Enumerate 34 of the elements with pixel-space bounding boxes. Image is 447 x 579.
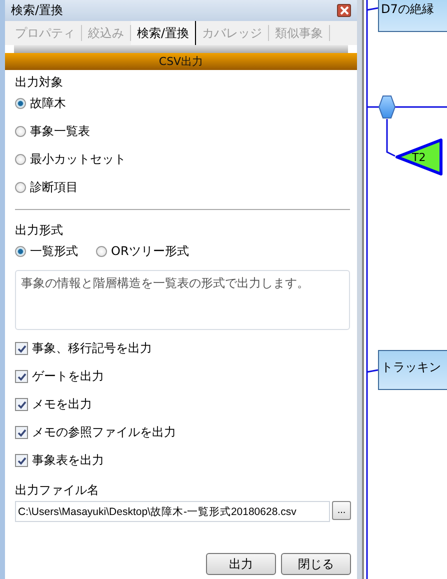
description-box: 事象の情報と階層構造を一覧表の形式で出力します。 bbox=[15, 270, 350, 330]
checkbox-option[interactable]: メモの参照ファイルを出力 bbox=[15, 424, 176, 441]
close-button[interactable] bbox=[337, 4, 351, 17]
checkbox-option[interactable]: メモを出力 bbox=[15, 396, 92, 413]
radio-option[interactable]: 最小カットセット bbox=[15, 151, 126, 168]
section-header: CSV出力 bbox=[5, 53, 357, 70]
group-label: 出力形式 bbox=[15, 222, 64, 239]
checkmark-icon bbox=[16, 344, 26, 354]
hexagon-gate-icon[interactable] bbox=[378, 95, 396, 119]
field-label: 出力ファイル名 bbox=[15, 482, 100, 499]
checkbox-option[interactable]: 事象表を出力 bbox=[15, 452, 104, 469]
transfer-triangle[interactable]: T2 bbox=[395, 138, 443, 176]
checkbox-option[interactable]: 事象、移行記号を出力 bbox=[15, 340, 152, 357]
close-dialog-button[interactable]: 閉じる bbox=[281, 553, 351, 575]
checkmark-icon bbox=[16, 456, 26, 466]
radio-option[interactable]: 事象一覧表 bbox=[15, 123, 90, 140]
event-node[interactable]: D7の絶縁 bbox=[378, 0, 447, 32]
connector-line bbox=[386, 119, 396, 157]
checkmark-icon bbox=[16, 428, 26, 438]
checkbox-option[interactable]: ゲートを出力 bbox=[15, 368, 104, 385]
panel-title: 検索/置換 bbox=[11, 2, 64, 19]
file-path-field[interactable]: C:\Users\Masayuki\Desktop\故障木-一覧形式20180628.csv bbox=[15, 501, 330, 522]
checkmark-icon bbox=[16, 372, 26, 382]
radio-option[interactable]: 故障木 bbox=[15, 95, 66, 112]
group-label: 出力対象 bbox=[15, 74, 64, 91]
checkmark-icon bbox=[16, 400, 26, 410]
export-button[interactable]: 出力 bbox=[206, 553, 276, 575]
tab[interactable]: 検索/置換 bbox=[131, 21, 196, 45]
radio-option[interactable]: ORツリー形式 bbox=[96, 243, 189, 260]
radio-option[interactable]: 一覧形式 bbox=[15, 243, 78, 260]
browse-button[interactable]: ... bbox=[332, 501, 351, 520]
event-node[interactable]: トラッキン bbox=[378, 350, 447, 390]
close-icon bbox=[340, 6, 348, 15]
radio-option[interactable]: 診断項目 bbox=[15, 179, 78, 196]
